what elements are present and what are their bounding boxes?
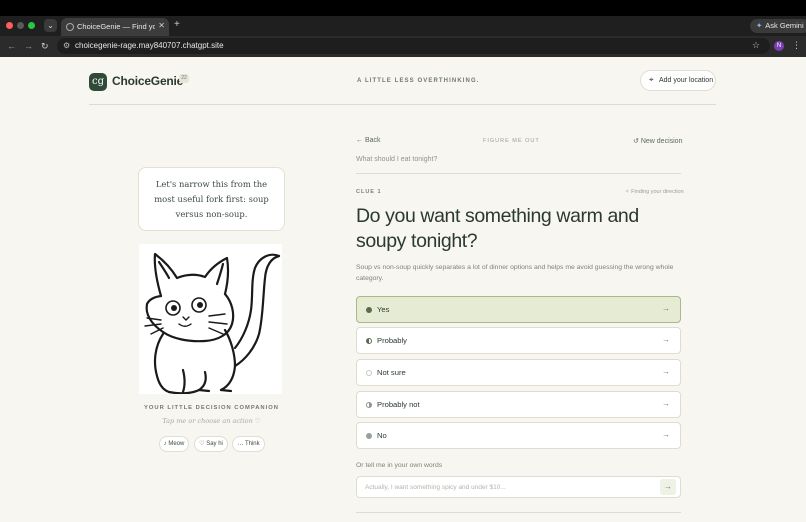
option-label: No: [377, 431, 387, 440]
back-label: Back: [364, 137, 381, 144]
site-info-icon[interactable]: ⚙: [63, 41, 70, 50]
option-not-sure[interactable]: Not sure →: [356, 359, 681, 386]
window-close-button[interactable]: [6, 22, 13, 29]
forward-arrow-icon[interactable]: →: [24, 41, 33, 51]
tagline: A LITTLE LESS OVERTHINKING.: [357, 78, 480, 84]
option-label: Probably: [377, 336, 407, 345]
browser-tab-active[interactable]: ChoiceGenie — Find your cl... ✕: [61, 18, 169, 36]
question-divider: [356, 173, 681, 174]
full-dot-icon: [366, 433, 372, 439]
bookmark-star-icon[interactable]: ☆: [752, 40, 760, 51]
own-words-input[interactable]: [356, 476, 681, 498]
cat-illustration-icon[interactable]: [139, 244, 282, 394]
say-hi-button[interactable]: ♡ Say hi: [194, 436, 228, 452]
half-dot-icon: [366, 338, 372, 344]
window-maximize-button[interactable]: [28, 22, 35, 29]
empty-dot-icon: [366, 370, 372, 376]
option-label: Not sure: [377, 368, 406, 377]
ask-gemini-button[interactable]: ✦ Ask Gemini: [750, 19, 806, 33]
option-probably[interactable]: Probably →: [356, 327, 681, 354]
meow-button[interactable]: ♪ Meow: [159, 436, 189, 452]
sparkle-icon: ✧: [625, 189, 630, 195]
url-text[interactable]: choicegenie-rage.may840707.chatgpt.site: [75, 41, 224, 50]
brand-badge: 22: [179, 74, 189, 83]
say-hi-label: Say hi: [206, 441, 223, 447]
own-words-label: Or tell me in your own words: [356, 462, 443, 469]
address-bar[interactable]: ⚙ choicegenie-rage.may840707.chatgpt.sit…: [57, 38, 770, 54]
option-no[interactable]: No →: [356, 422, 681, 449]
restart-icon: ↺: [633, 138, 639, 145]
ask-gemini-label: Ask Gemini: [765, 21, 804, 30]
option-probably-not[interactable]: Probably not →: [356, 391, 681, 418]
window-minimize-button[interactable]: [17, 22, 24, 29]
arrow-right-icon: →: [662, 367, 670, 376]
clue-explanation: Soup vs non-soup quickly separates a lot…: [356, 264, 674, 282]
back-button[interactable]: ← Back: [356, 137, 381, 144]
clue-number: CLUE 1: [356, 189, 382, 195]
profile-avatar[interactable]: N: [774, 41, 784, 51]
progress-status: ✧ Finding your direction: [625, 189, 684, 195]
think-button[interactable]: … Think: [232, 436, 265, 452]
add-location-label: Add your location: [659, 77, 714, 84]
cat-companion[interactable]: [139, 244, 282, 394]
section-label: FIGURE ME OUT: [483, 138, 540, 144]
new-decision-button[interactable]: ↺ New decision: [633, 137, 682, 145]
os-menubar: [0, 0, 806, 16]
new-tab-button[interactable]: +: [174, 19, 180, 30]
page: cg ChoiceGenie 22 A LITTLE LESS OVERTHIN…: [0, 57, 806, 522]
brand-name[interactable]: ChoiceGenie: [112, 74, 183, 88]
location-pin-icon: ⌖: [649, 75, 654, 84]
sparkle-icon: ✦: [756, 21, 763, 30]
browser-menu-icon[interactable]: ⋮: [792, 40, 801, 51]
progress-status-label: Finding your direction: [631, 189, 684, 195]
option-label: Probably not: [377, 400, 420, 409]
arrow-right-icon: →: [662, 304, 670, 313]
half-dot-icon: [366, 402, 372, 408]
clue-question: Do you want something warm and soupy ton…: [356, 205, 639, 252]
think-label: Think: [244, 441, 260, 447]
footer-divider: [356, 512, 681, 513]
original-question: What should I eat tonight?: [356, 156, 438, 163]
option-yes[interactable]: Yes →: [356, 296, 681, 323]
back-arrow-icon[interactable]: ←: [7, 41, 16, 51]
arrow-left-icon: ←: [356, 137, 363, 144]
arrow-right-icon: →: [662, 399, 670, 408]
arrow-right-icon: →: [662, 430, 670, 439]
companion-speech-bubble: Let's narrow this from the most useful f…: [138, 167, 285, 231]
companion-title: YOUR LITTLE DECISION COMPANION: [144, 405, 279, 411]
full-dot-icon: [366, 307, 372, 313]
meow-label: Meow: [168, 441, 185, 447]
new-decision-label: New decision: [640, 138, 683, 145]
companion-hint: Tap me or choose an action ♡: [162, 417, 261, 425]
heart-icon: ♡: [199, 441, 205, 447]
tab-title: ChoiceGenie — Find your cl...: [77, 22, 155, 31]
music-note-icon: ♪: [163, 441, 167, 447]
ellipsis-icon: …: [237, 441, 244, 447]
option-label: Yes: [377, 305, 390, 314]
submit-arrow-button[interactable]: →: [660, 479, 676, 495]
globe-icon: [66, 23, 74, 31]
brand-logo[interactable]: cg: [89, 73, 107, 91]
add-location-button[interactable]: ⌖ Add your location: [640, 70, 716, 91]
tab-search-chevron-icon[interactable]: ⌄: [44, 19, 57, 32]
close-icon[interactable]: ✕: [158, 21, 165, 30]
arrow-right-icon: →: [662, 335, 670, 344]
header-divider: [89, 104, 716, 105]
reload-icon[interactable]: ↻: [41, 41, 49, 52]
